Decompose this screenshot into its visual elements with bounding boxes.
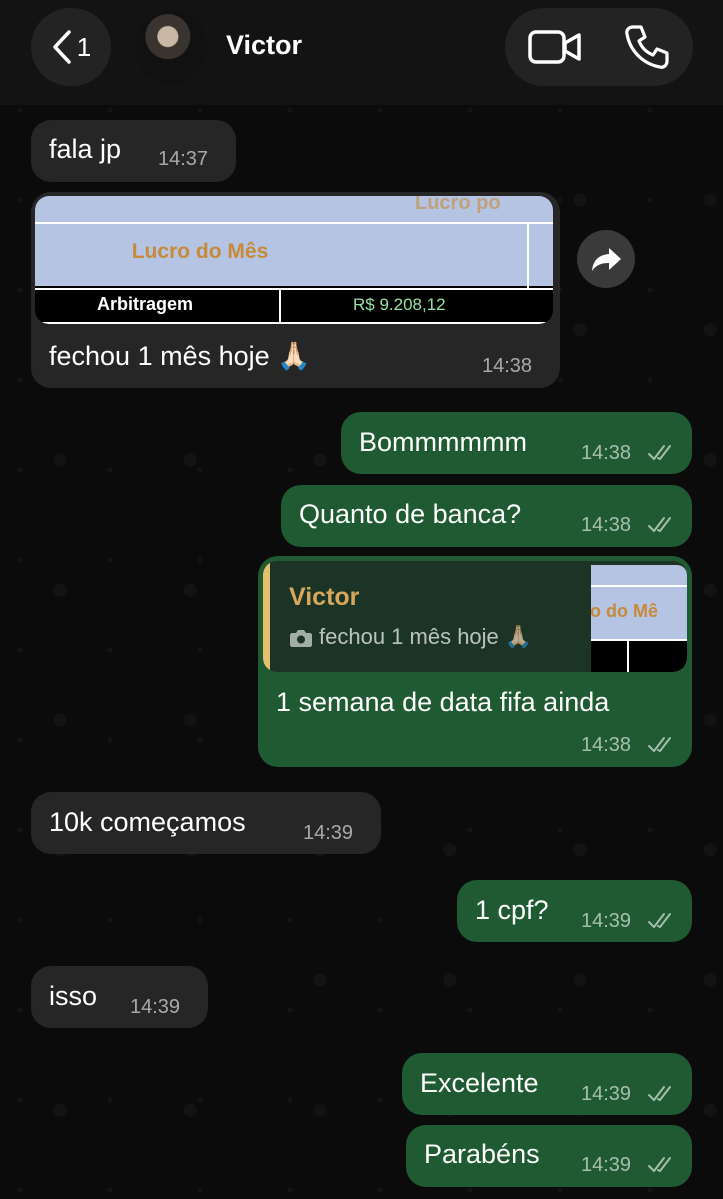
- message-text: Excelente: [420, 1068, 539, 1098]
- message-incoming[interactable]: 10k começamos 14:39: [31, 792, 381, 854]
- camera-icon: [290, 630, 312, 647]
- read-receipt-icon: [648, 913, 671, 929]
- chat-header: 1 Victor: [0, 0, 723, 105]
- message-time: 14:39: [130, 996, 181, 1018]
- message-text: 10k começamos: [49, 807, 246, 837]
- message-time: 14:39: [303, 822, 354, 844]
- read-receipt-icon: [648, 517, 671, 533]
- thumbnail-title: ro do Mê: [591, 601, 658, 621]
- read-receipt-icon: [648, 1086, 671, 1102]
- message-outgoing[interactable]: 1 cpf? 14:39: [457, 880, 692, 942]
- message-text: 1 cpf?: [475, 895, 549, 925]
- message-incoming[interactable]: fala jp 14:37: [31, 120, 236, 182]
- quote-thumbnail: ro do Mê: [591, 565, 687, 672]
- message-time: 14:38: [482, 355, 533, 377]
- thumbnail-divider: [591, 585, 687, 587]
- image-ghost-text: Lucro po: [415, 196, 501, 214]
- read-receipt-icon: [648, 1157, 671, 1173]
- message-incoming-image[interactable]: Lucro po Lucro do Mês Arbitragem R$ 9.20…: [31, 192, 560, 388]
- message-incoming[interactable]: isso 14:39: [31, 966, 208, 1028]
- message-time: 14:39: [581, 910, 632, 932]
- message-text: 1 semana de data fifa ainda: [276, 687, 610, 717]
- image-row-value: R$ 9.208,12: [353, 295, 446, 314]
- message-outgoing[interactable]: Bommmmmm 14:38: [341, 412, 692, 474]
- back-button[interactable]: 1: [31, 8, 111, 86]
- message-text: fechou 1 mês hoje 🙏🏻: [49, 341, 311, 371]
- quote-accent-bar: [263, 561, 270, 672]
- image-divider: [279, 290, 281, 322]
- image-title: Lucro do Mês: [131, 240, 269, 263]
- chevron-left-icon: [53, 30, 71, 64]
- message-text: fala jp: [49, 134, 122, 164]
- message-text: isso: [49, 981, 98, 1011]
- quote-author: Victor: [289, 583, 360, 611]
- message-text: Parabéns: [424, 1139, 540, 1169]
- image-row-label: Arbitragem: [97, 294, 194, 314]
- phone-call-icon[interactable]: [623, 23, 671, 71]
- thumbnail-divider: [627, 641, 629, 672]
- contact-name[interactable]: Victor: [226, 30, 302, 61]
- message-outgoing[interactable]: Excelente 14:39: [402, 1053, 692, 1115]
- message-text: Quanto de banca?: [299, 499, 522, 529]
- video-call-icon[interactable]: [527, 27, 583, 67]
- message-outgoing-reply[interactable]: Victor fechou 1 mês hoje 🙏🏻 ro do Mê 1 s…: [258, 556, 692, 767]
- message-text: Bommmmmm: [359, 427, 527, 457]
- read-receipt-icon: [648, 445, 671, 461]
- reply-quote[interactable]: Victor fechou 1 mês hoje 🙏🏻 ro do Mê: [263, 561, 687, 672]
- forward-button[interactable]: [577, 230, 635, 288]
- quote-text: fechou 1 mês hoje 🙏🏻: [319, 624, 533, 649]
- message-time: 14:39: [581, 1083, 632, 1105]
- forward-icon: [592, 248, 621, 271]
- image-preview[interactable]: Lucro po Lucro do Mês Arbitragem R$ 9.20…: [35, 196, 553, 324]
- message-time: 14:39: [581, 1154, 632, 1176]
- message-time: 14:38: [581, 514, 632, 536]
- call-actions: [505, 8, 693, 86]
- message-outgoing[interactable]: Quanto de banca? 14:38: [281, 485, 692, 547]
- message-outgoing[interactable]: Parabéns 14:39: [406, 1125, 692, 1187]
- image-table-row: Arbitragem R$ 9.208,12: [35, 288, 553, 324]
- unread-count: 1: [76, 31, 92, 62]
- read-receipt-icon: [648, 737, 671, 753]
- message-time: 14:38: [581, 734, 632, 756]
- message-time: 14:38: [581, 442, 632, 464]
- avatar[interactable]: [135, 11, 208, 84]
- thumbnail-row: [591, 639, 687, 672]
- message-time: 14:37: [158, 148, 209, 170]
